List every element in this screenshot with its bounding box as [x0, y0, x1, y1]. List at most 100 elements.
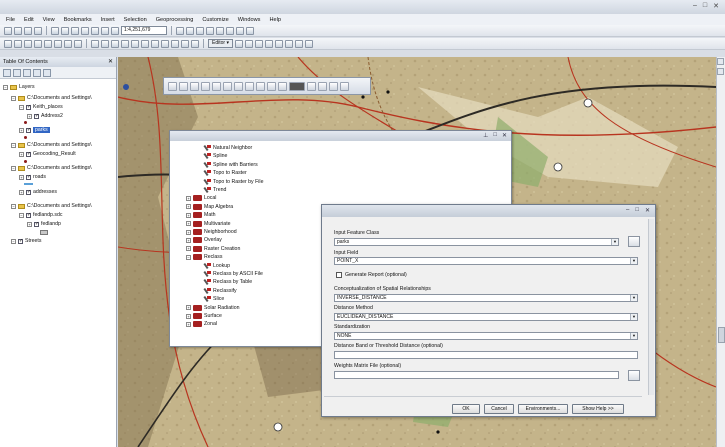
maximize-icon[interactable]: □	[703, 2, 707, 10]
expand-toggle-icon[interactable]: −	[11, 203, 16, 209]
editor-menu-button[interactable]: Editor ▾	[208, 39, 233, 48]
dialog-titlebar[interactable]: – □ ✕	[322, 205, 655, 217]
expand-toggle-icon[interactable]: +	[19, 151, 24, 157]
tool-icon[interactable]	[223, 81, 232, 91]
color-swatch-icon[interactable]	[289, 81, 305, 91]
expand-toggle-icon[interactable]: +	[27, 221, 32, 227]
attributes-icon[interactable]	[294, 39, 303, 48]
toc-item[interactable]: − C:\Documents and Settings\	[11, 95, 92, 101]
help-icon[interactable]	[246, 26, 254, 35]
browse-folder-button[interactable]	[628, 370, 640, 381]
search-dock-icon[interactable]	[717, 68, 724, 75]
measure-icon[interactable]	[151, 39, 159, 48]
find-icon[interactable]	[131, 39, 139, 48]
toc-item[interactable]: − Layers	[3, 84, 35, 90]
back-icon[interactable]	[64, 39, 72, 48]
catalog-dock-icon[interactable]	[717, 58, 724, 65]
edit-tool-icon[interactable]	[234, 39, 243, 48]
chevron-down-icon[interactable]: ▼	[630, 258, 637, 264]
visibility-checkbox[interactable]: ✓	[26, 104, 31, 110]
search-window-icon[interactable]	[206, 26, 214, 35]
dialog-scrollbar[interactable]	[648, 219, 654, 395]
cancel-button[interactable]: Cancel	[484, 404, 514, 414]
toc-item[interactable]: + ✓ parks	[19, 127, 50, 133]
select-elements-icon[interactable]	[111, 39, 119, 48]
visibility-checkbox[interactable]: ✓	[26, 127, 31, 133]
scrollbar-thumb[interactable]	[718, 327, 725, 343]
minimize-icon[interactable]: –	[693, 2, 697, 10]
toc-item[interactable]: + ✓ Geocoding_Result	[19, 151, 76, 157]
toc-item[interactable]: − ✓ fedlandp.sdc	[19, 212, 62, 218]
new-icon[interactable]	[4, 26, 12, 35]
menu-windows[interactable]: Windows	[238, 17, 261, 23]
menu-insert[interactable]: Insert	[101, 17, 115, 23]
fixed-zoom-in-icon[interactable]	[44, 39, 52, 48]
forward-icon[interactable]	[74, 39, 82, 48]
model-builder-icon[interactable]	[236, 26, 244, 35]
visibility-checkbox[interactable]: ✓	[34, 113, 39, 119]
sketch-properties-icon[interactable]	[304, 39, 313, 48]
browse-folder-button[interactable]	[628, 236, 640, 247]
show-help-button[interactable]: Show Help >>	[572, 404, 624, 414]
toolbox-item[interactable]: Reclassify	[204, 287, 237, 294]
table-of-contents-icon[interactable]	[186, 26, 194, 35]
tool-icon[interactable]	[340, 81, 349, 91]
pan-icon[interactable]	[24, 39, 32, 48]
tool-icon[interactable]	[201, 81, 210, 91]
tool-icon[interactable]	[318, 81, 327, 91]
list-by-source-icon[interactable]	[13, 68, 21, 77]
visibility-checkbox[interactable]: ✓	[26, 212, 31, 218]
chevron-down-icon[interactable]: ▼	[611, 239, 618, 245]
toolbox-item[interactable]: Natural Neighbor	[204, 145, 252, 151]
full-extent-icon[interactable]	[34, 39, 42, 48]
toc-item[interactable]: + ✓ roads	[19, 174, 46, 180]
expand-toggle-icon[interactable]: +	[186, 212, 191, 218]
tool-icon[interactable]	[212, 81, 221, 91]
map-scale-field[interactable]: 1:4,251,679	[121, 26, 167, 35]
list-by-selection-icon[interactable]	[33, 68, 41, 77]
fixed-zoom-out-icon[interactable]	[54, 39, 62, 48]
tool-icon[interactable]	[256, 81, 265, 91]
minimize-icon[interactable]: –	[626, 207, 629, 214]
select-features-icon[interactable]	[91, 39, 99, 48]
go-to-xy-icon[interactable]	[141, 39, 149, 48]
toc-item[interactable]: − C:\Documents and Settings\	[11, 165, 92, 171]
tool-icon[interactable]	[278, 81, 287, 91]
maximize-icon[interactable]: □	[635, 207, 639, 214]
expand-toggle-icon[interactable]: +	[19, 189, 24, 195]
editor-toolbar-icon[interactable]	[176, 26, 184, 35]
expand-toggle-icon[interactable]: +	[27, 113, 32, 119]
menu-view[interactable]: View	[43, 17, 55, 23]
create-viewer-icon[interactable]	[191, 39, 199, 48]
toc-item[interactable]: − ✓ Keith_places	[19, 104, 63, 110]
close-icon[interactable]: ✕	[502, 132, 507, 139]
toolbox-item[interactable]: + Multivariate	[186, 220, 231, 227]
toc-close-icon[interactable]: ✕	[108, 57, 113, 67]
expand-toggle-icon[interactable]: +	[186, 305, 191, 311]
input-field-select[interactable]: POINT_X ▼	[334, 257, 638, 265]
toolbox-item[interactable]: Reclass by Table	[204, 279, 252, 285]
expand-toggle-icon[interactable]: +	[19, 174, 24, 180]
catalog-icon[interactable]	[196, 26, 204, 35]
chevron-down-icon[interactable]: ▼	[630, 295, 637, 301]
visibility-checkbox[interactable]: ✓	[26, 174, 31, 180]
expand-toggle-icon[interactable]: +	[186, 195, 191, 201]
tool-icon[interactable]	[234, 81, 243, 91]
visibility-checkbox[interactable]: ✓	[26, 189, 31, 195]
distance-method-select[interactable]: EUCLIDEAN_DISTANCE ▼	[334, 313, 638, 321]
toolbox-item[interactable]: + Surface	[186, 313, 222, 319]
visibility-checkbox[interactable]: ✓	[26, 151, 31, 157]
toc-item[interactable]: + ✓ Address2	[27, 113, 63, 119]
copy-icon[interactable]	[61, 26, 69, 35]
toolbox-item[interactable]: + Zonal	[186, 321, 217, 328]
menu-selection[interactable]: Selection	[124, 17, 147, 23]
standardization-select[interactable]: NONE ▼	[334, 332, 638, 340]
toolbox-item[interactable]: Spline	[204, 153, 227, 159]
expand-toggle-icon[interactable]: +	[19, 127, 24, 133]
toolbox-item[interactable]: Trend	[204, 187, 226, 193]
close-icon[interactable]: ✕	[713, 2, 719, 10]
tool-icon[interactable]	[245, 81, 254, 91]
time-slider-icon[interactable]	[181, 39, 189, 48]
expand-toggle-icon[interactable]: +	[186, 246, 191, 252]
environments-button[interactable]: Environments...	[518, 404, 568, 414]
